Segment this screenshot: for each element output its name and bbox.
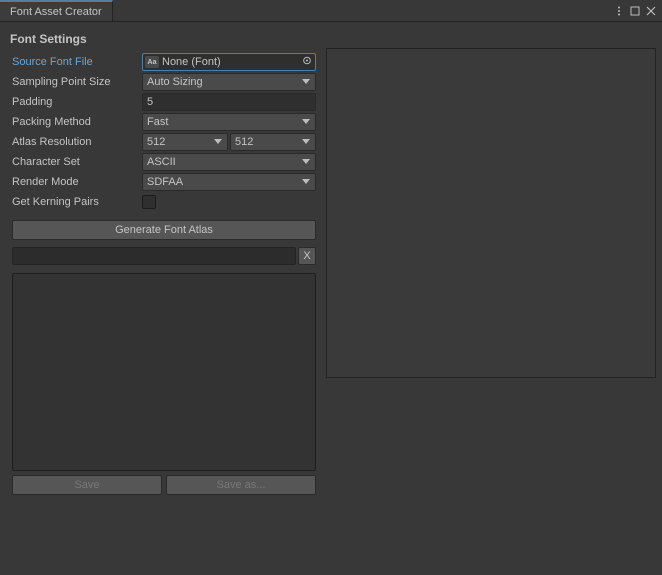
chevron-down-icon (214, 136, 222, 148)
save-as-button-label: Save as... (217, 479, 266, 491)
object-picker-icon[interactable] (302, 56, 312, 69)
font-icon: Aa (145, 56, 159, 68)
maximize-icon[interactable] (630, 6, 640, 16)
save-button[interactable]: Save (12, 475, 162, 495)
source-font-label: Source Font File (12, 56, 142, 68)
source-font-field[interactable]: Aa None (Font) (142, 53, 316, 71)
save-button-label: Save (74, 479, 99, 491)
log-preview-box (12, 273, 316, 471)
sampling-value: Auto Sizing (147, 76, 203, 88)
settings-panel: Font Settings Source Font File Aa None (… (4, 28, 318, 569)
padding-value: 5 (147, 96, 153, 108)
padding-input[interactable]: 5 (142, 93, 316, 111)
section-header: Font Settings (4, 28, 318, 52)
clear-button-label: X (303, 250, 310, 262)
atlas-height-dropdown[interactable]: 512 (230, 133, 316, 151)
generate-button[interactable]: Generate Font Atlas (12, 220, 316, 240)
kerning-label: Get Kerning Pairs (12, 196, 142, 208)
save-as-button[interactable]: Save as... (166, 475, 316, 495)
atlas-width-dropdown[interactable]: 512 (142, 133, 228, 151)
padding-label: Padding (12, 96, 142, 108)
sampling-dropdown[interactable]: Auto Sizing (142, 73, 316, 91)
titlebar: Font Asset Creator (0, 0, 662, 22)
atlas-width-value: 512 (147, 136, 165, 148)
atlas-height-value: 512 (235, 136, 253, 148)
chevron-down-icon (302, 76, 310, 88)
atlas-label: Atlas Resolution (12, 136, 142, 148)
charset-value: ASCII (147, 156, 176, 168)
packing-value: Fast (147, 116, 168, 128)
kerning-checkbox[interactable] (142, 195, 156, 209)
render-label: Render Mode (12, 176, 142, 188)
packing-label: Packing Method (12, 116, 142, 128)
chevron-down-icon (302, 156, 310, 168)
packing-dropdown[interactable]: Fast (142, 113, 316, 131)
window-tab-label: Font Asset Creator (10, 6, 102, 18)
atlas-preview-box (326, 48, 656, 378)
chevron-down-icon (302, 136, 310, 148)
charset-dropdown[interactable]: ASCII (142, 153, 316, 171)
close-icon[interactable] (646, 6, 656, 16)
font-asset-creator-window: Font Asset Creator Font Settings Source … (0, 0, 662, 575)
window-tab[interactable]: Font Asset Creator (0, 0, 113, 21)
render-dropdown[interactable]: SDFAA (142, 173, 316, 191)
sampling-label: Sampling Point Size (12, 76, 142, 88)
progress-bar (12, 247, 296, 265)
chevron-down-icon (302, 116, 310, 128)
render-value: SDFAA (147, 176, 183, 188)
charset-label: Character Set (12, 156, 142, 168)
source-font-value: None (Font) (162, 56, 221, 68)
generate-button-label: Generate Font Atlas (115, 224, 213, 236)
clear-button[interactable]: X (298, 247, 316, 265)
kebab-icon[interactable] (614, 6, 624, 16)
chevron-down-icon (302, 176, 310, 188)
